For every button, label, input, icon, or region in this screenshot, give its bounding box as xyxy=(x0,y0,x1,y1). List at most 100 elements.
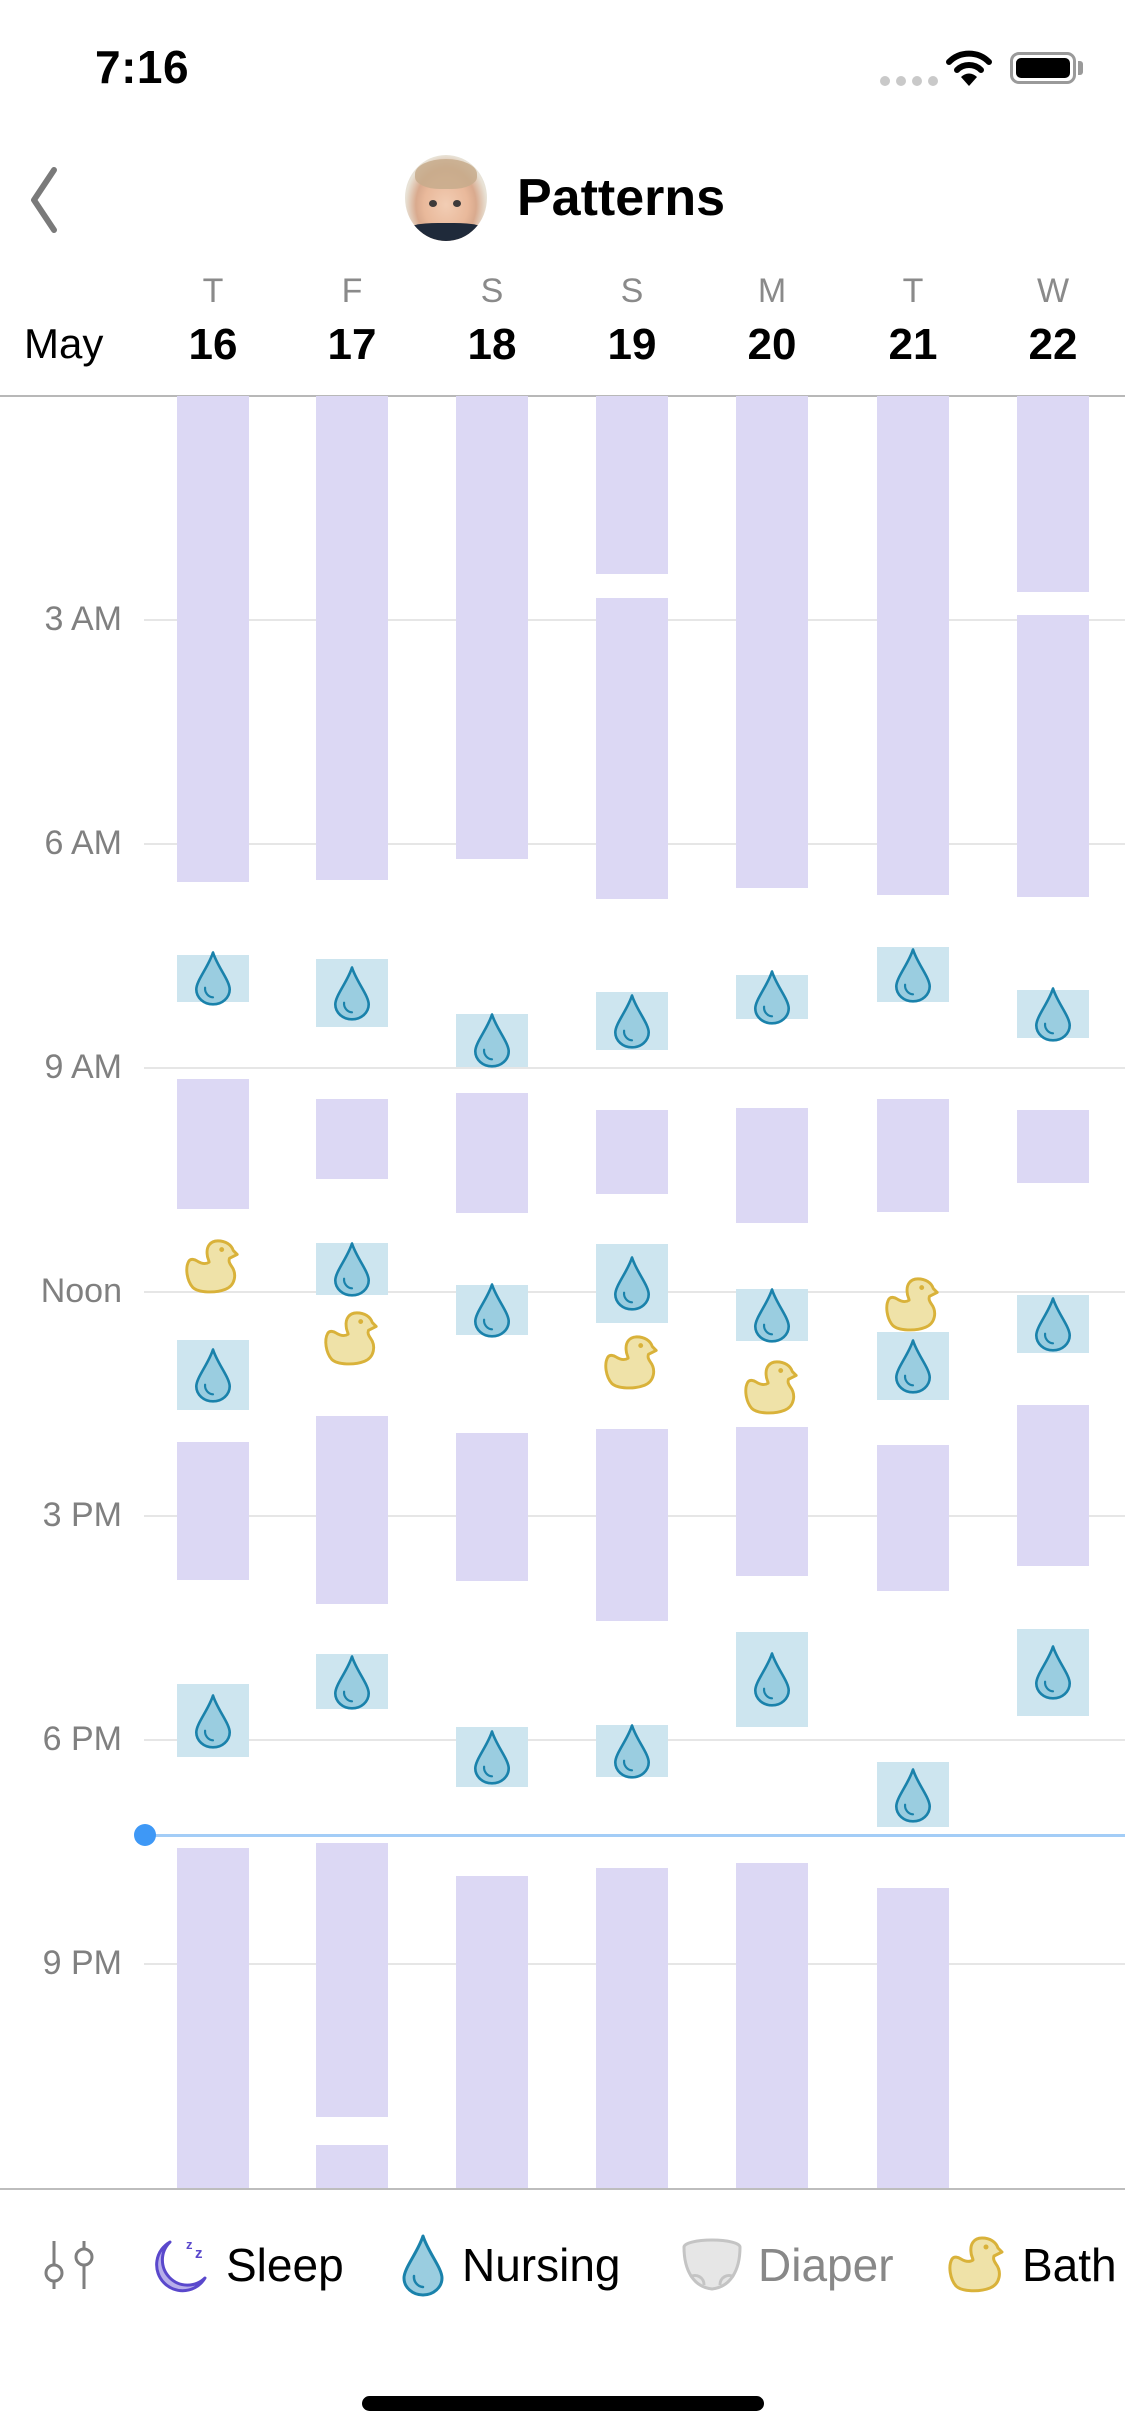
droplet-icon xyxy=(473,1013,511,1068)
legend-item-diaper[interactable]: Diaper xyxy=(680,2195,894,2335)
nursing-icon-wrap xyxy=(877,1332,949,1401)
rubber-duck-icon xyxy=(604,1335,658,1390)
nursing-event[interactable] xyxy=(177,1339,249,1411)
sleep-bar[interactable] xyxy=(877,1445,949,1591)
droplet-icon xyxy=(333,1655,371,1710)
hour-label: 9 AM xyxy=(44,1048,122,1087)
nursing-event[interactable] xyxy=(177,1684,249,1758)
current-time-line xyxy=(144,1833,1125,1837)
chevron-left-icon xyxy=(31,167,57,233)
sleep-bar[interactable] xyxy=(1017,614,1089,898)
hour-label: 6 PM xyxy=(42,1720,122,1759)
date-label[interactable]: 22 xyxy=(993,320,1113,370)
sleep-bar[interactable] xyxy=(316,2144,388,2189)
nursing-event[interactable] xyxy=(877,1762,949,1827)
nursing-event[interactable] xyxy=(596,1243,668,1323)
nursing-icon-wrap xyxy=(1017,1295,1089,1353)
sleep-bar[interactable] xyxy=(177,1848,249,2189)
bath-event[interactable] xyxy=(736,1358,808,1418)
date-label[interactable]: 17 xyxy=(292,320,412,370)
droplet-icon xyxy=(1034,1645,1072,1701)
nursing-event[interactable] xyxy=(456,1727,528,1788)
nursing-event[interactable] xyxy=(316,959,388,1027)
droplet-icon xyxy=(194,1348,232,1403)
legend-item-bath[interactable]: Bath xyxy=(946,2195,1117,2335)
nursing-icon-wrap xyxy=(736,1632,808,1727)
nursing-event[interactable] xyxy=(456,1283,528,1338)
sleep-bar[interactable] xyxy=(316,396,388,880)
sleep-bar[interactable] xyxy=(1017,396,1089,593)
nursing-event[interactable] xyxy=(877,1331,949,1401)
sleep-bar[interactable] xyxy=(316,1098,388,1180)
cellular-signal-icon xyxy=(880,76,938,86)
bath-event[interactable] xyxy=(596,1333,668,1393)
sleep-bar[interactable] xyxy=(456,1433,528,1581)
sleep-bar[interactable] xyxy=(877,1887,949,2189)
legend-item-nursing[interactable]: Nursing xyxy=(398,2195,621,2335)
droplet-icon xyxy=(402,2234,444,2297)
sleep-bar[interactable] xyxy=(596,396,668,575)
sleep-bar[interactable] xyxy=(596,1109,668,1195)
sleep-bar[interactable] xyxy=(1017,1404,1089,1567)
sleep-bar[interactable] xyxy=(877,1098,949,1213)
nursing-event[interactable] xyxy=(316,1242,388,1297)
legend-item-sleep[interactable]: z z Sleep xyxy=(150,2195,344,2335)
date-label[interactable]: 18 xyxy=(432,320,552,370)
nursing-event[interactable] xyxy=(1017,1628,1089,1717)
sleep-bar[interactable] xyxy=(456,396,528,859)
nursing-icon-wrap xyxy=(877,1762,949,1826)
bath-event[interactable] xyxy=(316,1309,388,1369)
date-label[interactable]: 19 xyxy=(572,320,692,370)
nursing-event[interactable] xyxy=(877,947,949,1003)
sleep-bar[interactable] xyxy=(596,1868,668,2189)
date-label[interactable]: 21 xyxy=(853,320,973,370)
droplet-icon xyxy=(333,966,371,1021)
back-button[interactable] xyxy=(14,160,70,240)
sleep-bar[interactable] xyxy=(736,396,808,889)
sleep-bar[interactable] xyxy=(596,598,668,900)
nursing-event[interactable] xyxy=(177,951,249,1006)
nursing-event[interactable] xyxy=(736,970,808,1025)
nursing-icon-wrap xyxy=(316,959,388,1027)
nursing-event[interactable] xyxy=(736,1288,808,1343)
status-time: 7:16 xyxy=(95,41,190,93)
nursing-event[interactable] xyxy=(456,1013,528,1068)
sleep-bar[interactable] xyxy=(316,1843,388,2118)
nursing-icon-wrap xyxy=(456,1727,528,1787)
sleep-bar[interactable] xyxy=(1017,1109,1089,1184)
nursing-icon-wrap xyxy=(177,1340,249,1410)
date-label[interactable]: 20 xyxy=(712,320,832,370)
sleep-bar[interactable] xyxy=(736,1107,808,1223)
droplet-icon xyxy=(473,1283,511,1338)
sleep-bar[interactable] xyxy=(177,396,249,883)
bath-event[interactable] xyxy=(177,1237,249,1297)
filter-button[interactable] xyxy=(38,2195,98,2335)
nursing-icon-wrap xyxy=(1017,1629,1089,1716)
home-indicator[interactable] xyxy=(362,2396,764,2411)
bath-event[interactable] xyxy=(877,1275,949,1335)
sleep-bar[interactable] xyxy=(596,1429,668,1622)
sleep-bar[interactable] xyxy=(456,1092,528,1213)
sleep-bar[interactable] xyxy=(177,1079,249,1210)
patterns-timeline-chart[interactable]: 3 AM 6 AM 9 AM Noon 3 PM 6 PM 9 PM xyxy=(0,396,1125,2189)
legend-label-sleep: Sleep xyxy=(226,2239,344,2291)
nursing-event[interactable] xyxy=(596,1724,668,1779)
nursing-event[interactable] xyxy=(1017,1295,1089,1354)
sleep-bar[interactable] xyxy=(316,1415,388,1605)
nursing-event[interactable] xyxy=(596,991,668,1051)
hour-label: 3 AM xyxy=(44,600,122,638)
nursing-event[interactable] xyxy=(736,1631,808,1727)
nursing-icon-wrap xyxy=(596,1724,668,1779)
svg-text:z: z xyxy=(186,2237,193,2252)
sleep-bar[interactable] xyxy=(736,1863,808,2189)
sleep-bar[interactable] xyxy=(456,1875,528,2189)
nursing-event[interactable] xyxy=(316,1654,388,1710)
sleep-bar[interactable] xyxy=(177,1442,249,1580)
nursing-event[interactable] xyxy=(1017,987,1089,1042)
droplet-icon xyxy=(753,970,791,1025)
sleep-bar[interactable] xyxy=(877,396,949,895)
avatar[interactable] xyxy=(405,155,487,241)
sleep-bar[interactable] xyxy=(736,1427,808,1576)
rubber-duck-icon xyxy=(948,2236,1004,2293)
date-label[interactable]: 16 xyxy=(153,320,273,370)
